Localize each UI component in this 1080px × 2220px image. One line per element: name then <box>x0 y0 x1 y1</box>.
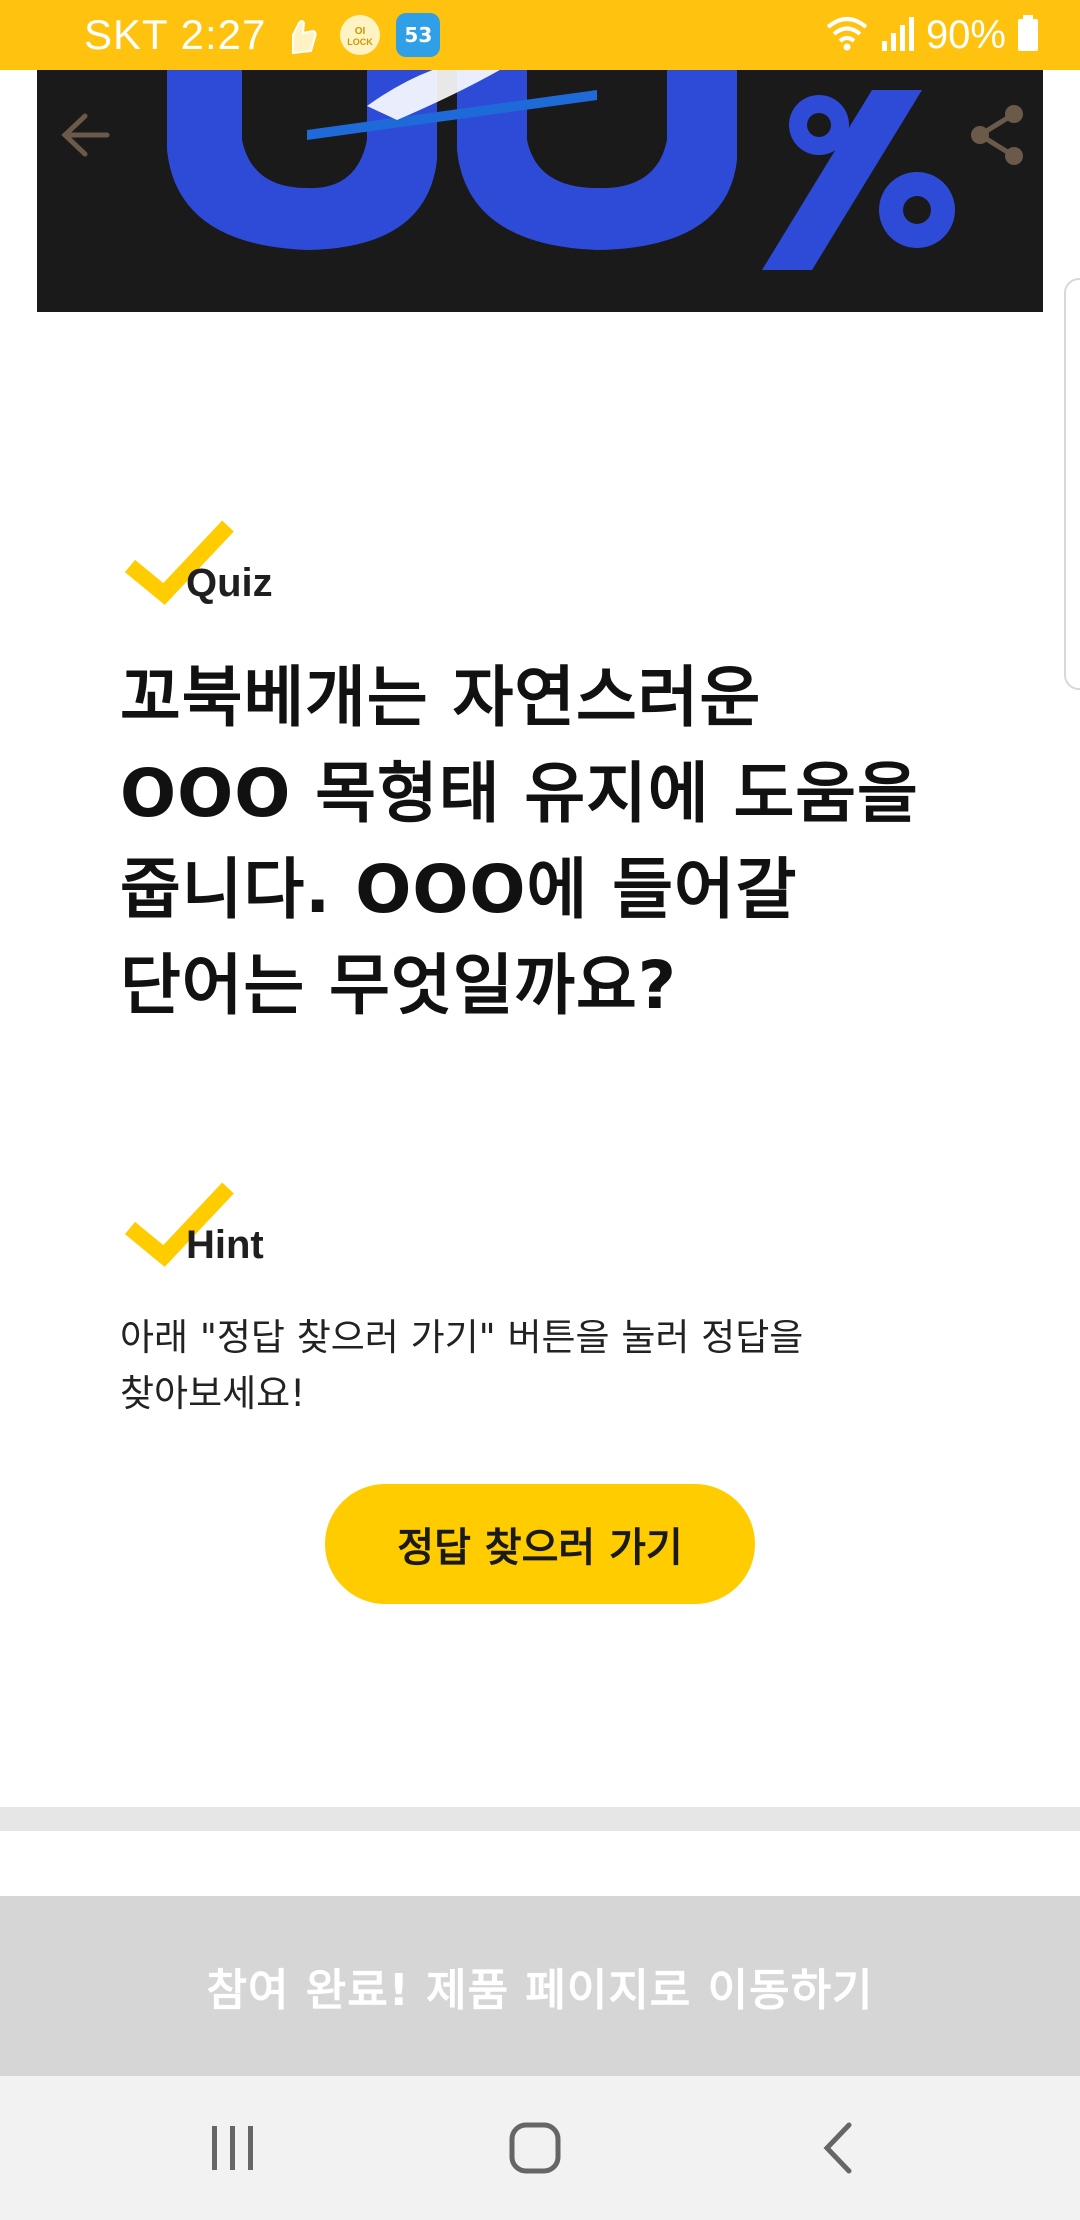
question-line: OOO 목형태 유지에 도움을 <box>120 755 919 832</box>
back-arrow-icon[interactable] <box>52 102 118 168</box>
question-line: 단어는 무엇일까요? <box>120 947 678 1024</box>
svg-text:LOCK: LOCK <box>348 37 374 47</box>
hint-label: Hint <box>124 1182 424 1272</box>
hint-line: 아래 "정답 찾으러 가기" 버튼을 눌러 정답을 <box>120 1316 804 1359</box>
question-line: 꼬북베개는 자연스러운 <box>120 659 762 736</box>
promo-banner-image <box>37 70 1043 312</box>
share-icon[interactable] <box>962 100 1032 170</box>
svg-text:OI: OI <box>355 26 366 37</box>
complete-go-to-product-button[interactable]: 참여 완료! 제품 페이지로 이동하기 <box>0 1896 1080 2076</box>
recent-apps-icon[interactable] <box>188 2106 278 2190</box>
home-icon[interactable] <box>490 2106 580 2190</box>
find-answer-button[interactable]: 정답 찾으러 가기 <box>325 1484 755 1604</box>
signal-icon <box>880 13 916 58</box>
hint-label-text: Hint <box>186 1223 264 1267</box>
carrier-time: SKT 2:27 <box>84 11 267 58</box>
quiz-label: Quiz <box>124 520 424 610</box>
question-line: 줍니다. OOO에 들어갈 <box>120 851 798 928</box>
calendar-badge-icon: 53 <box>396 13 441 57</box>
quiz-label-text: Quiz <box>186 561 273 605</box>
navigation-bar <box>0 2076 1080 2220</box>
battery-icon <box>1016 13 1040 58</box>
battery-percent: 90% <box>925 12 1006 57</box>
back-icon[interactable] <box>792 2106 882 2190</box>
section-divider <box>0 1807 1080 1831</box>
hint-text: 아래 "정답 찾으러 가기" 버튼을 눌러 정답을 찾아보세요! <box>120 1310 940 1422</box>
side-scroll-handle[interactable] <box>1064 278 1080 690</box>
quiz-question: 꼬북베개는 자연스러운 OOO 목형태 유지에 도움을 줍니다. OOO에 들어… <box>120 650 1000 1034</box>
status-bar: SKT 2:27 OI LOCK 53 90% <box>0 0 1080 70</box>
hand-icon <box>280 13 324 57</box>
hint-line: 찾아보세요! <box>120 1372 306 1415</box>
wifi-icon <box>824 13 870 58</box>
lock-app-icon: OI LOCK <box>338 13 382 57</box>
